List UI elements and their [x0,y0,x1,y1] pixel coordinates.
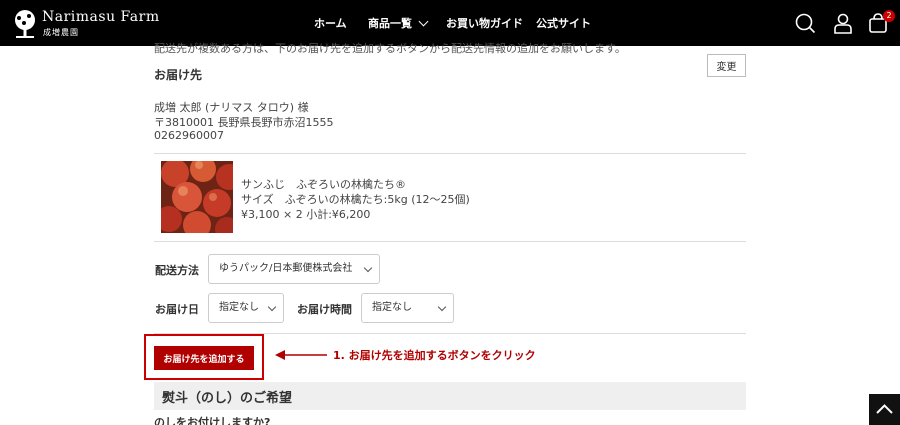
divider [154,241,746,242]
arrow-left-icon [275,350,327,360]
search-icon[interactable] [794,12,816,34]
cut-off-instruction-text: 配送先が複数ある方は、下のお届け先を追加するボタンから配送先情報の追加をお願いし… [154,42,626,55]
delivery-date-value: 指定なし [219,302,259,313]
delivery-time-value: 指定なし [372,302,412,313]
nav-products-label: 商品一覧 [368,17,412,30]
nav-official-label: 公式サイト [536,17,591,30]
shipping-method-label: 配送方法 [155,264,199,277]
account-icon[interactable] [832,12,854,34]
recipient-phone: 0262960007 [154,129,224,142]
logo-subtitle: 成増農園 [43,28,79,37]
nav-guide-label: お買い物ガイド [446,17,523,30]
product-price: ¥3,100 × 2 小計:¥6,200 [241,208,371,221]
site-logo[interactable]: Narimasu Farm 成増農園 [10,7,159,41]
chevron-down-icon [363,263,373,273]
add-delivery-address-button[interactable]: お届け先を追加する [154,346,254,370]
delivery-date-label: お届け日 [155,303,199,316]
tree-logo-icon [15,10,35,38]
delivery-time-select[interactable]: 指定なし [361,293,454,323]
shipping-method-value: ゆうパック/日本郵便株式会社 [219,263,353,274]
delivery-date-select[interactable]: 指定なし [208,293,284,323]
chevron-down-icon [418,16,429,26]
logo-name: Narimasu Farm [42,9,160,25]
recipient-name: 成増 太郎 (ナリマス タロウ) 様 [154,101,309,114]
chevron-down-icon [437,302,447,312]
change-address-button[interactable]: 変更 [707,54,746,77]
divider [154,153,746,154]
chevron-down-icon [267,302,277,312]
delivery-section-title: お届け先 [154,68,203,82]
product-image [161,161,233,233]
back-to-top-button[interactable] [869,394,900,425]
shipping-method-select[interactable]: ゆうパック/日本郵便株式会社 [208,254,380,284]
product-size: サイズ ふぞろいの林檎たち:5kg (12〜25個) [241,193,470,206]
cart-count-badge: 2 [883,10,895,22]
product-name: サンふじ ふぞろいの林檎たち® [241,178,406,191]
noshi-section-title: 熨斗（のし）のご希望 [162,391,293,406]
delivery-time-label: お届け時間 [297,303,352,316]
nav-home-label: ホーム [314,17,347,30]
apples-image [161,161,233,233]
instruction-annotation: 1. お届け先を追加するボタンをクリック [333,349,536,362]
recipient-address: 〒3810001 長野県長野市赤沼1555 [154,116,334,129]
chevron-up-icon [876,404,893,414]
noshi-question: のしをお付けしますか? [154,416,271,425]
